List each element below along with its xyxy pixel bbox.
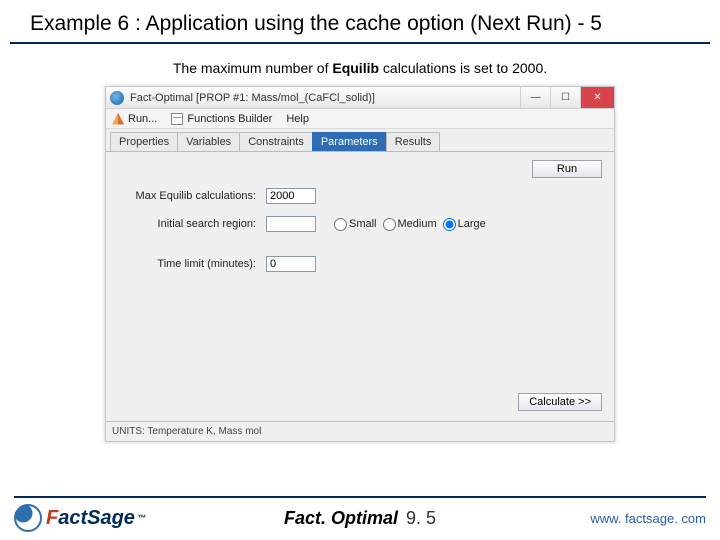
max-equilib-input[interactable]: [266, 188, 316, 204]
tab-constraints[interactable]: Constraints: [239, 132, 313, 151]
radio-large-label: Large: [458, 218, 486, 230]
region-radios: Small Medium Large: [334, 218, 486, 231]
app-window: Fact-Optimal [PROP #1: Mass/mol_(CaFCl_s…: [105, 86, 615, 442]
menu-run-label: Run...: [128, 113, 157, 125]
rocket-icon: [112, 113, 124, 125]
menu-functions[interactable]: Functions Builder: [171, 113, 272, 125]
menubar: Run... Functions Builder Help: [106, 109, 614, 129]
window-title: Fact-Optimal [PROP #1: Mass/mol_(CaFCl_s…: [130, 92, 375, 104]
caption-pre: The maximum number of: [173, 60, 333, 76]
caption-post: calculations is set to 2000.: [379, 60, 547, 76]
slide-footer: FactSage ™ Fact. Optimal 9. 5 www. factsa…: [0, 496, 720, 540]
app-icon: [110, 91, 124, 105]
menu-run[interactable]: Run...: [112, 113, 157, 125]
radio-large[interactable]: Large: [443, 218, 486, 231]
radio-small[interactable]: Small: [334, 218, 377, 231]
tabstrip: Properties Variables Constraints Paramet…: [106, 129, 614, 151]
footer-product: Fact. Optimal: [284, 508, 398, 528]
footer-divider: [14, 496, 706, 498]
status-units: UNITS: Temperature K, Mass mol: [112, 426, 261, 437]
logo-tm: ™: [137, 513, 146, 523]
tab-parameters[interactable]: Parameters: [312, 132, 387, 151]
run-button[interactable]: Run: [532, 160, 602, 178]
function-icon: [171, 113, 183, 125]
init-region-label: Initial search region:: [116, 218, 266, 230]
time-limit-input[interactable]: [266, 256, 316, 272]
radio-medium[interactable]: Medium: [383, 218, 437, 231]
maximize-button[interactable]: ☐: [550, 87, 580, 108]
init-region-input[interactable]: [266, 216, 316, 232]
radio-medium-input[interactable]: [383, 218, 396, 231]
titlebar: Fact-Optimal [PROP #1: Mass/mol_(CaFCl_s…: [106, 87, 614, 109]
factsage-logo: FactSage ™: [14, 504, 146, 532]
window-controls: — ☐ ✕: [520, 87, 614, 108]
footer-center: Fact. Optimal 9. 5: [284, 508, 436, 529]
logo-act: act: [58, 507, 87, 530]
tab-variables[interactable]: Variables: [177, 132, 240, 151]
client-area: Run Max Equilib calculations: Initial se…: [106, 151, 614, 441]
menu-help[interactable]: Help: [286, 113, 309, 125]
logo-letter-f: F: [46, 507, 58, 530]
close-button[interactable]: ✕: [580, 87, 614, 108]
logo-sage: Sage: [87, 507, 135, 530]
logo-swoosh-icon: [14, 504, 42, 532]
footer-url: www. factsage. com: [590, 511, 706, 526]
row-max-equilib: Max Equilib calculations:: [116, 188, 604, 204]
minimize-button[interactable]: —: [520, 87, 550, 108]
radio-medium-label: Medium: [398, 218, 437, 230]
menu-functions-label: Functions Builder: [187, 113, 272, 125]
tab-properties[interactable]: Properties: [110, 132, 178, 151]
calculate-button[interactable]: Calculate >>: [518, 393, 602, 411]
tab-results[interactable]: Results: [386, 132, 441, 151]
slide-title: Example 6 : Application using the cache …: [10, 0, 710, 44]
radio-small-label: Small: [349, 218, 377, 230]
statusbar: UNITS: Temperature K, Mass mol: [106, 421, 614, 441]
caption-bold: Equilib: [332, 60, 379, 76]
slide-caption: The maximum number of Equilib calculatio…: [0, 60, 720, 76]
radio-small-input[interactable]: [334, 218, 347, 231]
row-time-limit: Time limit (minutes):: [116, 256, 604, 272]
radio-large-input[interactable]: [443, 218, 456, 231]
row-init-region: Initial search region: Small Medium Larg…: [116, 216, 604, 232]
footer-version: 9. 5: [406, 508, 436, 528]
max-equilib-label: Max Equilib calculations:: [116, 190, 266, 202]
time-limit-label: Time limit (minutes):: [116, 258, 266, 270]
